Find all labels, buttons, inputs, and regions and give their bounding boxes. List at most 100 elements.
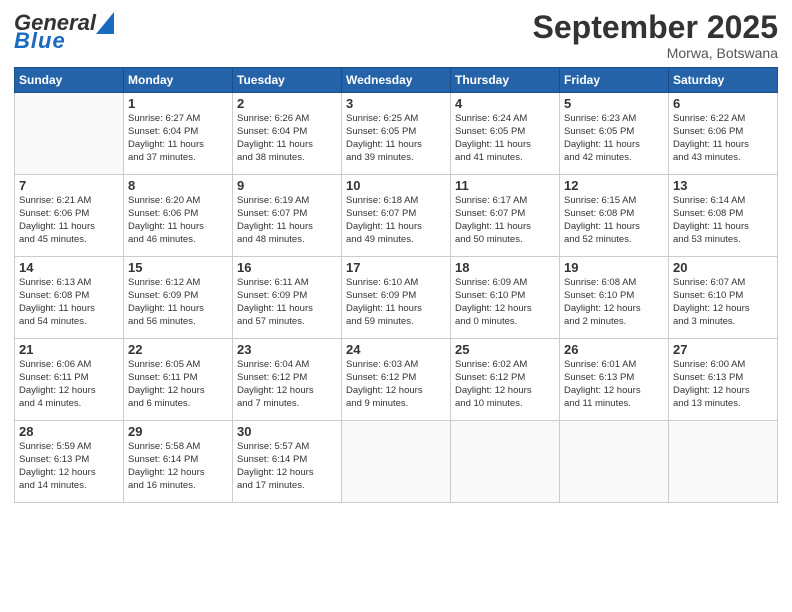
day-number: 14 <box>19 260 119 275</box>
table-row: 30 Sunrise: 5:57 AM Sunset: 6:14 PM Dayli… <box>233 421 342 503</box>
table-row: 20 Sunrise: 6:07 AM Sunset: 6:10 PM Dayli… <box>669 257 778 339</box>
cell-info: Sunrise: 6:10 AM Sunset: 6:09 PM Dayligh… <box>346 277 446 328</box>
cell-info: Sunrise: 6:18 AM Sunset: 6:07 PM Dayligh… <box>346 195 446 246</box>
table-row: 16 Sunrise: 6:11 AM Sunset: 6:09 PM Dayli… <box>233 257 342 339</box>
day-number: 17 <box>346 260 446 275</box>
cell-info: Sunrise: 6:03 AM Sunset: 6:12 PM Dayligh… <box>346 359 446 410</box>
page: General Blue September 2025 Morwa, Botsw… <box>0 0 792 612</box>
day-number: 19 <box>564 260 664 275</box>
cell-info: Sunrise: 6:15 AM Sunset: 6:08 PM Dayligh… <box>564 195 664 246</box>
day-number: 8 <box>128 178 228 193</box>
cell-info: Sunrise: 6:12 AM Sunset: 6:09 PM Dayligh… <box>128 277 228 328</box>
cell-info: Sunrise: 6:13 AM Sunset: 6:08 PM Dayligh… <box>19 277 119 328</box>
table-row: 14 Sunrise: 6:13 AM Sunset: 6:08 PM Dayli… <box>15 257 124 339</box>
cell-info: Sunrise: 6:27 AM Sunset: 6:04 PM Dayligh… <box>128 113 228 164</box>
calendar-week-row: 14 Sunrise: 6:13 AM Sunset: 6:08 PM Dayli… <box>15 257 778 339</box>
cell-info: Sunrise: 6:17 AM Sunset: 6:07 PM Dayligh… <box>455 195 555 246</box>
table-row: 3 Sunrise: 6:25 AM Sunset: 6:05 PM Daylig… <box>342 93 451 175</box>
calendar-week-row: 7Sunrise: 6:21 AM Sunset: 6:06 PM Daylig… <box>15 175 778 257</box>
table-row: 29 Sunrise: 5:58 AM Sunset: 6:14 PM Dayli… <box>124 421 233 503</box>
day-number: 4 <box>455 96 555 111</box>
day-number: 16 <box>237 260 337 275</box>
col-thursday: Thursday <box>451 68 560 93</box>
table-row: 25 Sunrise: 6:02 AM Sunset: 6:12 PM Dayli… <box>451 339 560 421</box>
cell-info: Sunrise: 6:02 AM Sunset: 6:12 PM Dayligh… <box>455 359 555 410</box>
logo-arrow-icon <box>96 12 114 34</box>
table-row <box>560 421 669 503</box>
col-wednesday: Wednesday <box>342 68 451 93</box>
table-row: 7Sunrise: 6:21 AM Sunset: 6:06 PM Daylig… <box>15 175 124 257</box>
day-number: 24 <box>346 342 446 357</box>
cell-info: Sunrise: 6:23 AM Sunset: 6:05 PM Dayligh… <box>564 113 664 164</box>
cell-info: Sunrise: 6:07 AM Sunset: 6:10 PM Dayligh… <box>673 277 773 328</box>
cell-info: Sunrise: 5:57 AM Sunset: 6:14 PM Dayligh… <box>237 441 337 492</box>
cell-info: Sunrise: 6:08 AM Sunset: 6:10 PM Dayligh… <box>564 277 664 328</box>
table-row: 15 Sunrise: 6:12 AM Sunset: 6:09 PM Dayli… <box>124 257 233 339</box>
month-title: September 2025 <box>533 10 778 45</box>
col-tuesday: Tuesday <box>233 68 342 93</box>
col-saturday: Saturday <box>669 68 778 93</box>
table-row: 5 Sunrise: 6:23 AM Sunset: 6:05 PM Daylig… <box>560 93 669 175</box>
table-row: 10 Sunrise: 6:18 AM Sunset: 6:07 PM Dayli… <box>342 175 451 257</box>
day-number: 28 <box>19 424 119 439</box>
day-number: 20 <box>673 260 773 275</box>
day-number: 7 <box>19 178 119 193</box>
day-number: 10 <box>346 178 446 193</box>
col-sunday: Sunday <box>15 68 124 93</box>
col-monday: Monday <box>124 68 233 93</box>
day-number: 18 <box>455 260 555 275</box>
table-row: 11Sunrise: 6:17 AM Sunset: 6:07 PM Dayli… <box>451 175 560 257</box>
calendar-week-row: 21Sunrise: 6:06 AM Sunset: 6:11 PM Dayli… <box>15 339 778 421</box>
cell-info: Sunrise: 6:26 AM Sunset: 6:04 PM Dayligh… <box>237 113 337 164</box>
table-row <box>15 93 124 175</box>
table-row: 2 Sunrise: 6:26 AM Sunset: 6:04 PM Daylig… <box>233 93 342 175</box>
cell-info: Sunrise: 6:14 AM Sunset: 6:08 PM Dayligh… <box>673 195 773 246</box>
day-number: 25 <box>455 342 555 357</box>
table-row: 13 Sunrise: 6:14 AM Sunset: 6:08 PM Dayli… <box>669 175 778 257</box>
cell-info: Sunrise: 6:11 AM Sunset: 6:09 PM Dayligh… <box>237 277 337 328</box>
table-row: 22 Sunrise: 6:05 AM Sunset: 6:11 PM Dayli… <box>124 339 233 421</box>
logo: General Blue <box>14 10 114 54</box>
table-row: 17 Sunrise: 6:10 AM Sunset: 6:09 PM Dayli… <box>342 257 451 339</box>
table-row: 23 Sunrise: 6:04 AM Sunset: 6:12 PM Dayli… <box>233 339 342 421</box>
cell-info: Sunrise: 6:00 AM Sunset: 6:13 PM Dayligh… <box>673 359 773 410</box>
table-row: 4Sunrise: 6:24 AM Sunset: 6:05 PM Daylig… <box>451 93 560 175</box>
col-friday: Friday <box>560 68 669 93</box>
calendar-week-row: 1Sunrise: 6:27 AM Sunset: 6:04 PM Daylig… <box>15 93 778 175</box>
cell-info: Sunrise: 6:20 AM Sunset: 6:06 PM Dayligh… <box>128 195 228 246</box>
cell-info: Sunrise: 6:25 AM Sunset: 6:05 PM Dayligh… <box>346 113 446 164</box>
subtitle: Morwa, Botswana <box>533 45 778 61</box>
day-number: 13 <box>673 178 773 193</box>
day-number: 9 <box>237 178 337 193</box>
table-row: 9 Sunrise: 6:19 AM Sunset: 6:07 PM Daylig… <box>233 175 342 257</box>
table-row: 18Sunrise: 6:09 AM Sunset: 6:10 PM Dayli… <box>451 257 560 339</box>
cell-info: Sunrise: 6:19 AM Sunset: 6:07 PM Dayligh… <box>237 195 337 246</box>
cell-info: Sunrise: 5:58 AM Sunset: 6:14 PM Dayligh… <box>128 441 228 492</box>
day-number: 5 <box>564 96 664 111</box>
table-row <box>669 421 778 503</box>
cell-info: Sunrise: 5:59 AM Sunset: 6:13 PM Dayligh… <box>19 441 119 492</box>
table-row: 26Sunrise: 6:01 AM Sunset: 6:13 PM Dayli… <box>560 339 669 421</box>
day-number: 23 <box>237 342 337 357</box>
day-number: 22 <box>128 342 228 357</box>
day-number: 15 <box>128 260 228 275</box>
day-number: 29 <box>128 424 228 439</box>
table-row: 27 Sunrise: 6:00 AM Sunset: 6:13 PM Dayli… <box>669 339 778 421</box>
day-number: 30 <box>237 424 337 439</box>
logo-blue: Blue <box>14 28 66 53</box>
calendar-table: Sunday Monday Tuesday Wednesday Thursday… <box>14 67 778 503</box>
table-row: 21Sunrise: 6:06 AM Sunset: 6:11 PM Dayli… <box>15 339 124 421</box>
header: General Blue September 2025 Morwa, Botsw… <box>14 10 778 61</box>
table-row: 19 Sunrise: 6:08 AM Sunset: 6:10 PM Dayli… <box>560 257 669 339</box>
title-block: September 2025 Morwa, Botswana <box>533 10 778 61</box>
day-number: 26 <box>564 342 664 357</box>
day-number: 12 <box>564 178 664 193</box>
table-row: 24 Sunrise: 6:03 AM Sunset: 6:12 PM Dayli… <box>342 339 451 421</box>
day-number: 3 <box>346 96 446 111</box>
table-row: 1Sunrise: 6:27 AM Sunset: 6:04 PM Daylig… <box>124 93 233 175</box>
day-number: 2 <box>237 96 337 111</box>
day-number: 27 <box>673 342 773 357</box>
cell-info: Sunrise: 6:05 AM Sunset: 6:11 PM Dayligh… <box>128 359 228 410</box>
day-number: 6 <box>673 96 773 111</box>
cell-info: Sunrise: 6:04 AM Sunset: 6:12 PM Dayligh… <box>237 359 337 410</box>
